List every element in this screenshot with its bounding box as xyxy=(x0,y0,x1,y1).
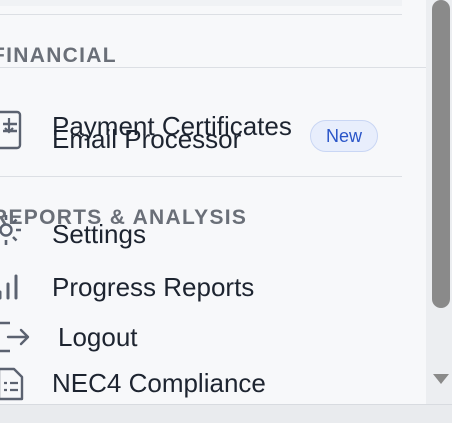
window-bottom-edge xyxy=(0,404,452,423)
nav-item-nec4-compliance[interactable]: NEC4 Compliance xyxy=(52,368,266,399)
nav-item-logout[interactable]: Logout xyxy=(58,322,138,353)
nav-item-settings[interactable]: Settings xyxy=(52,219,146,250)
gear-icon xyxy=(0,212,26,253)
sidebar-viewport: FINANCIAL Payment Certificates Email Pro… xyxy=(0,0,452,423)
divider-financial xyxy=(0,67,426,68)
receipt-icon xyxy=(0,108,28,157)
nav-item-progress-reports[interactable]: Progress Reports xyxy=(52,272,254,303)
scroll-down-arrow-icon[interactable] xyxy=(433,374,449,384)
sidebar-panel: FINANCIAL Payment Certificates Email Pro… xyxy=(0,0,426,404)
bar-chart-icon xyxy=(0,270,22,307)
logout-icon xyxy=(0,318,34,361)
document-icon xyxy=(0,366,26,404)
section-heading-financial: FINANCIAL xyxy=(0,44,117,67)
divider-top xyxy=(0,14,402,15)
scrollbar-thumb[interactable] xyxy=(432,0,450,308)
previous-item-edge xyxy=(0,0,402,6)
nav-item-email-processor[interactable]: Email Processor xyxy=(52,124,241,155)
new-badge: New xyxy=(310,120,378,152)
divider-reports xyxy=(0,176,402,177)
